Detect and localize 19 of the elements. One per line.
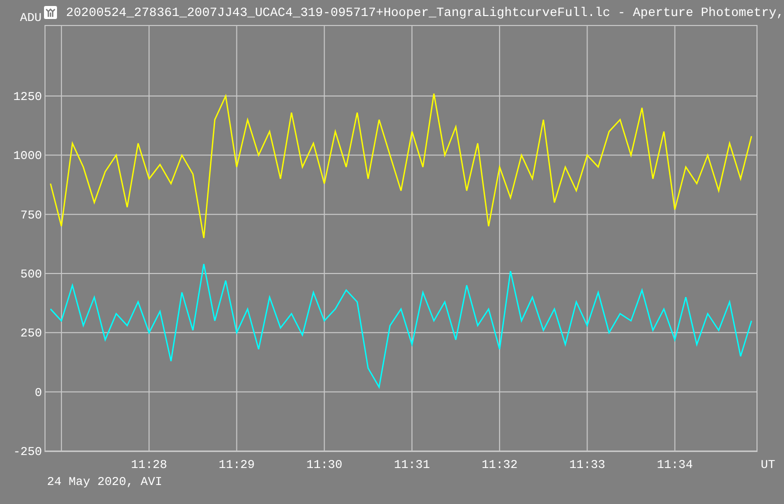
y-tick-label: -250 xyxy=(13,445,42,459)
x-tick-label: 11:29 xyxy=(218,458,255,472)
y-tick-label: 250 xyxy=(20,326,42,341)
x-axis-label: UT xyxy=(760,458,776,472)
app-icon xyxy=(44,6,58,19)
x-tick-label: 11:32 xyxy=(482,458,518,472)
x-tick-label: 11:30 xyxy=(306,458,342,472)
y-tick-label: 1250 xyxy=(13,90,42,104)
y-tick-label: 500 xyxy=(20,268,42,282)
x-tick-label: 11:31 xyxy=(394,458,430,472)
footer-text: 24 May 2020, AVI xyxy=(47,475,162,489)
window-title: 20200524_278361_2007JJ43_UCAC4_319-095717+Hooper_TangraLightcurveFull.lc - Aperture Photometry, xyxy=(66,6,784,20)
x-tick-label: 11:33 xyxy=(569,458,606,472)
y-tick-label: 750 xyxy=(20,208,42,222)
y-tick-label: 0 xyxy=(34,386,42,400)
y-tick-label: 1000 xyxy=(13,149,42,164)
y-axis-label: ADU xyxy=(20,10,43,24)
x-tick-label: 11:34 xyxy=(656,458,693,472)
x-tick-label: 11:28 xyxy=(131,458,168,472)
